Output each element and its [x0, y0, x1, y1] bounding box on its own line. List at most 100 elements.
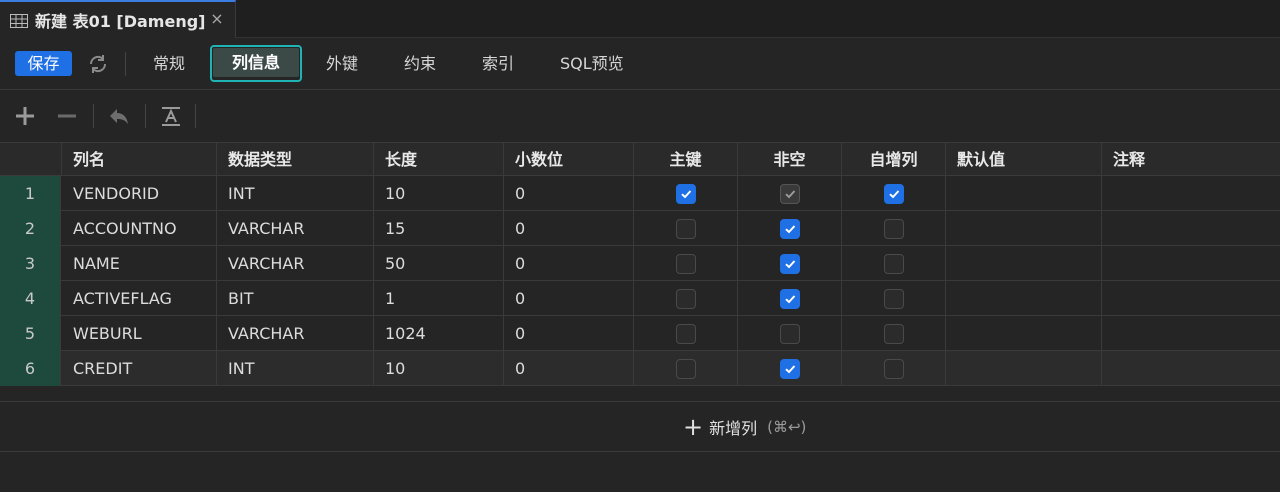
cell-default-value[interactable] [946, 176, 1102, 211]
checkbox-not-null[interactable] [780, 324, 800, 344]
cell-length[interactable]: 10 [374, 351, 504, 386]
cell-default-value[interactable] [946, 351, 1102, 386]
checkbox-auto-increment[interactable] [884, 289, 904, 309]
undo-icon[interactable] [107, 104, 131, 128]
cell-not-null [738, 211, 842, 246]
checkbox-primary-key[interactable] [676, 324, 696, 344]
cell-column-name[interactable]: VENDORID [62, 176, 217, 211]
shortcut-hint: (⌘↩) [767, 418, 807, 436]
cell-column-name[interactable]: ACCOUNTNO [62, 211, 217, 246]
checkbox-auto-increment[interactable] [884, 359, 904, 379]
checkbox-not-null[interactable] [780, 184, 800, 204]
font-format-icon[interactable] [159, 104, 183, 128]
cell-scale[interactable]: 0 [504, 281, 634, 316]
header-auto-increment[interactable]: 自增列 [842, 143, 946, 176]
checkbox-primary-key[interactable] [676, 254, 696, 274]
cell-comment[interactable] [1102, 351, 1280, 386]
action-divider [93, 104, 94, 128]
cell-comment[interactable] [1102, 176, 1280, 211]
checkbox-auto-increment[interactable] [884, 184, 904, 204]
table-row[interactable]: 5 WEBURL VARCHAR 1024 0 [0, 316, 1280, 351]
cell-scale[interactable]: 0 [504, 351, 634, 386]
cell-scale[interactable]: 0 [504, 316, 634, 351]
cell-comment[interactable] [1102, 316, 1280, 351]
plus-icon[interactable] [13, 104, 37, 128]
cell-data-type[interactable]: INT [217, 176, 374, 211]
cell-default-value[interactable] [946, 246, 1102, 281]
table-row[interactable]: 2 ACCOUNTNO VARCHAR 15 0 [0, 211, 1280, 246]
column-actions-bar [0, 90, 1280, 142]
close-icon[interactable]: × [208, 10, 226, 28]
header-scale[interactable]: 小数位 [504, 143, 634, 176]
header-comment[interactable]: 注释 [1102, 143, 1280, 176]
row-number[interactable]: 1 [0, 176, 61, 211]
refresh-icon[interactable] [87, 53, 109, 75]
cell-length[interactable]: 50 [374, 246, 504, 281]
cell-auto-increment [842, 281, 946, 316]
tab-foreign-keys[interactable]: 外键 [326, 52, 358, 76]
table-row[interactable]: 6 CREDIT INT 10 0 [0, 351, 1280, 386]
table-row[interactable]: 4 ACTIVEFLAG BIT 1 0 [0, 281, 1280, 316]
cell-data-type[interactable]: INT [217, 351, 374, 386]
checkbox-auto-increment[interactable] [884, 324, 904, 344]
checkbox-primary-key[interactable] [676, 219, 696, 239]
checkbox-not-null[interactable] [780, 254, 800, 274]
tab-columns[interactable]: 列信息 [210, 45, 302, 82]
minus-icon[interactable] [55, 104, 79, 128]
table-row[interactable]: 1 VENDORID INT 10 0 [0, 176, 1280, 211]
checkbox-not-null[interactable] [780, 359, 800, 379]
header-data-type[interactable]: 数据类型 [217, 143, 374, 176]
header-default-value[interactable]: 默认值 [946, 143, 1102, 176]
header-length[interactable]: 长度 [374, 143, 504, 176]
toolbar-divider [125, 52, 126, 76]
checkbox-not-null[interactable] [780, 289, 800, 309]
cell-primary-key [634, 351, 738, 386]
tab-constraints[interactable]: 约束 [404, 52, 436, 76]
cell-scale[interactable]: 0 [504, 246, 634, 281]
checkbox-auto-increment[interactable] [884, 219, 904, 239]
cell-data-type[interactable]: BIT [217, 281, 374, 316]
add-column-button[interactable]: + 新增列 (⌘↩) [683, 415, 807, 439]
header-column-name[interactable]: 列名 [62, 143, 217, 176]
cell-column-name[interactable]: CREDIT [62, 351, 217, 386]
cell-default-value[interactable] [946, 281, 1102, 316]
row-number[interactable]: 6 [0, 351, 61, 386]
cell-column-name[interactable]: ACTIVEFLAG [62, 281, 217, 316]
tab-indexes[interactable]: 索引 [482, 52, 514, 76]
cell-data-type[interactable]: VARCHAR [217, 246, 374, 281]
cell-comment[interactable] [1102, 211, 1280, 246]
cell-default-value[interactable] [946, 316, 1102, 351]
tab-general[interactable]: 常规 [153, 52, 185, 76]
cell-column-name[interactable]: NAME [62, 246, 217, 281]
cell-data-type[interactable]: VARCHAR [217, 211, 374, 246]
header-primary-key[interactable]: 主键 [634, 143, 738, 176]
row-number[interactable]: 4 [0, 281, 61, 316]
header-not-null[interactable]: 非空 [738, 143, 842, 176]
save-button[interactable]: 保存 [15, 51, 72, 76]
row-number[interactable]: 2 [0, 211, 61, 246]
cell-length[interactable]: 15 [374, 211, 504, 246]
checkbox-auto-increment[interactable] [884, 254, 904, 274]
cell-length[interactable]: 10 [374, 176, 504, 211]
cell-scale[interactable]: 0 [504, 176, 634, 211]
editor-tab[interactable]: 新建 表01 [Dameng] × [0, 0, 236, 38]
checkbox-not-null[interactable] [780, 219, 800, 239]
cell-comment[interactable] [1102, 281, 1280, 316]
editor-tab-bar: 新建 表01 [Dameng] × [0, 0, 1280, 38]
table-row[interactable]: 3 NAME VARCHAR 50 0 [0, 246, 1280, 281]
checkbox-primary-key[interactable] [676, 359, 696, 379]
cell-primary-key [634, 176, 738, 211]
tab-sql-preview[interactable]: SQL预览 [560, 52, 624, 76]
checkbox-primary-key[interactable] [676, 184, 696, 204]
cell-data-type[interactable]: VARCHAR [217, 316, 374, 351]
row-number[interactable]: 5 [0, 316, 61, 351]
cell-length[interactable]: 1024 [374, 316, 504, 351]
cell-primary-key [634, 211, 738, 246]
checkbox-primary-key[interactable] [676, 289, 696, 309]
cell-comment[interactable] [1102, 246, 1280, 281]
cell-default-value[interactable] [946, 211, 1102, 246]
row-number[interactable]: 3 [0, 246, 61, 281]
cell-length[interactable]: 1 [374, 281, 504, 316]
cell-column-name[interactable]: WEBURL [62, 316, 217, 351]
cell-scale[interactable]: 0 [504, 211, 634, 246]
